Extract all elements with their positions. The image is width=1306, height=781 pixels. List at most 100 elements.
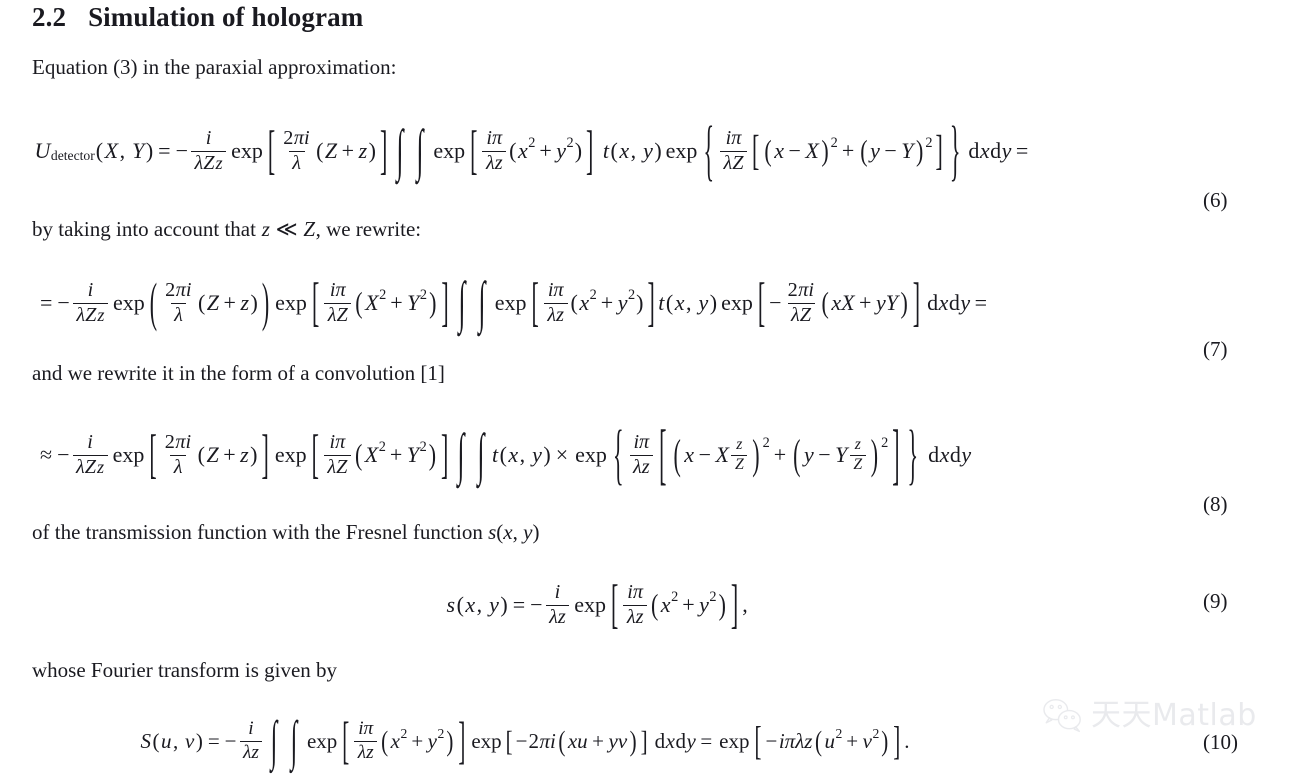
eq6-plus3: + [841,138,855,163]
eq6-X: X [104,138,119,163]
eq7-lparen2: ( [355,285,363,320]
eq7-lparen1: ( [149,271,158,333]
eq7-equals: = [40,290,53,315]
eq6-lbrack2: [ [470,119,478,181]
eq8-term2-sq: 2 [881,434,889,451]
eq7-rparen3: ) [900,285,908,320]
eq9-equals: = [512,592,526,617]
eq6-lparen2: ( [316,138,324,163]
eq7-lparen3: ( [821,285,829,320]
eq8-term1-sq: 2 [762,434,770,451]
eq8-integral-2: ∫ [477,421,485,487]
eq10-integral-2: ∫ [290,708,298,771]
eq8-t: t [491,442,499,467]
eq6-exp1: exp [231,138,263,163]
eq6-frac-i-lambdaZz: i λZz [190,128,227,173]
eq6-z: z [358,138,368,163]
eq8-exp1: exp [112,442,145,467]
eq8-integral-1: ∫ [457,421,465,487]
eq8-frac-z-Z-2: z Z [849,436,866,473]
eq6-lparen3: ( [509,138,517,163]
eq6-rbrace: } [949,110,961,189]
eq10-equals: = [207,728,220,753]
eq9-rbrack: ] [730,573,739,635]
eq7-integral-2: ∫ [478,269,486,335]
eq7-lbrack1: [ [311,271,320,333]
equation-number-9: (9) [1203,589,1228,613]
eq10-rbrack3: ] [893,717,901,763]
eq7-frac-2pii-lambdaZ: 2πi λZ [787,279,815,326]
eq9-frac-i-lambdaz: i λz [545,582,570,627]
eq8-lbrack1: [ [149,423,157,485]
eq7-frac-ipi-lambdaz: iπ λz [543,280,568,325]
eq9-lparen: ( [650,587,659,622]
eq8-frac-i-lambdaZz: i λZz [72,432,108,477]
eq6-yY-sq: 2 [925,135,933,152]
eq10-lbrack2: [ [505,724,513,757]
eq7-rbrack2: ] [647,271,655,333]
eq6-integral-1: ∫ [396,117,404,183]
section-heading: 2.2 Simulation of hologram [32,2,363,33]
eq8-lparen2: ( [673,430,681,478]
eq7-exp2: exp [275,290,307,315]
eq6-frac-ipi-lambdaz: iπ λz [482,128,507,173]
paragraph-after-eq6: by taking into account that z ≪ Z, we re… [32,217,421,241]
eq6-dx: d [968,138,980,163]
eq9-exp: exp [574,592,606,617]
section-number: 2.2 [32,2,67,32]
eq8-minus: − [57,442,70,467]
eq10-minus: − [224,728,237,753]
eq10-period: . [904,728,910,753]
paragraph-after-eq9: whose Fourier transform is given by [32,658,338,682]
prose-s-args: (x, y) [496,520,540,544]
eq8-rbrack2: ] [441,423,449,485]
eq6-U: U [34,138,51,163]
eq6-Y: Y [132,138,145,163]
eq7-inner-minus: − [769,290,782,315]
eq8-frac-z-Z-1: z Z [731,436,748,473]
eq6-rbrack2: ] [586,119,594,181]
eq6-lbrack3: [ [752,126,760,174]
eq6-rbrack3: ] [935,126,943,174]
eq7-t: t [658,290,665,315]
eq9-frac-ipi-lambdaz: iπ λz [623,582,647,627]
eq9-rparen: ) [718,587,726,622]
eq6-frac-2pii-lambda: 2πi λ [283,127,310,174]
section-title: Simulation of hologram [88,2,364,32]
eq7-frac-2pii-lambda: 2πi λ [165,279,192,326]
eq8-frac-ipi-lambdaz: iπ λz [629,432,654,477]
eq9-minus: − [530,592,543,617]
eq10-rparen3: ) [881,724,889,757]
eq10-lparen1: ( [381,724,389,757]
eq7-frac-ipi-lambdaZ: iπ λZ [324,280,352,325]
eq6-trailing-equals: = [1015,138,1029,163]
wechat-logo-icon [1041,697,1085,735]
eq8-lparen3: ( [793,430,801,478]
eq8-rparen1: ) [428,437,437,472]
prose-after-eq6-a: by taking into account that [32,217,262,241]
eq6-exp3: exp [665,138,698,163]
eq7-trailing-equals: = [974,290,988,315]
eq6-xX-sq: 2 [830,135,838,152]
eq6-minus: − [175,138,188,163]
eq6-exp2: exp [433,138,466,163]
equation-number-7: (7) [1203,337,1228,361]
equation-9: s(x, y) = − i λz exp [ iπ λz (x 2 + y 2) ], [446,573,748,635]
eq10-exp2: exp [471,728,502,753]
eq6-rparen2: ) [368,138,376,163]
watermark-text: 天天Matlab [1091,698,1257,733]
eq10-equals2: = [700,728,713,753]
eq7-exp3: exp [494,290,527,315]
eq10-lparen2: ( [558,724,566,757]
eq8-exp3: exp [575,442,607,467]
eq7-lbrack3: [ [757,271,766,333]
eq6-dy: d [990,138,1002,163]
eq6-rparen: ) [145,138,154,163]
eq9-s: s [446,592,456,617]
equation-7: = − i λZz exp ( 2πi λ (Z + z) ) exp [ iπ λ… [36,270,991,336]
eq7-rparen1: ) [261,271,270,333]
eq8-lbrack3: [ [659,414,667,493]
eq7-frac-i-lambdaZz: i λZz [72,280,108,325]
eq6-x: x [517,138,528,163]
eq6-U-subscript: detector [50,147,95,163]
